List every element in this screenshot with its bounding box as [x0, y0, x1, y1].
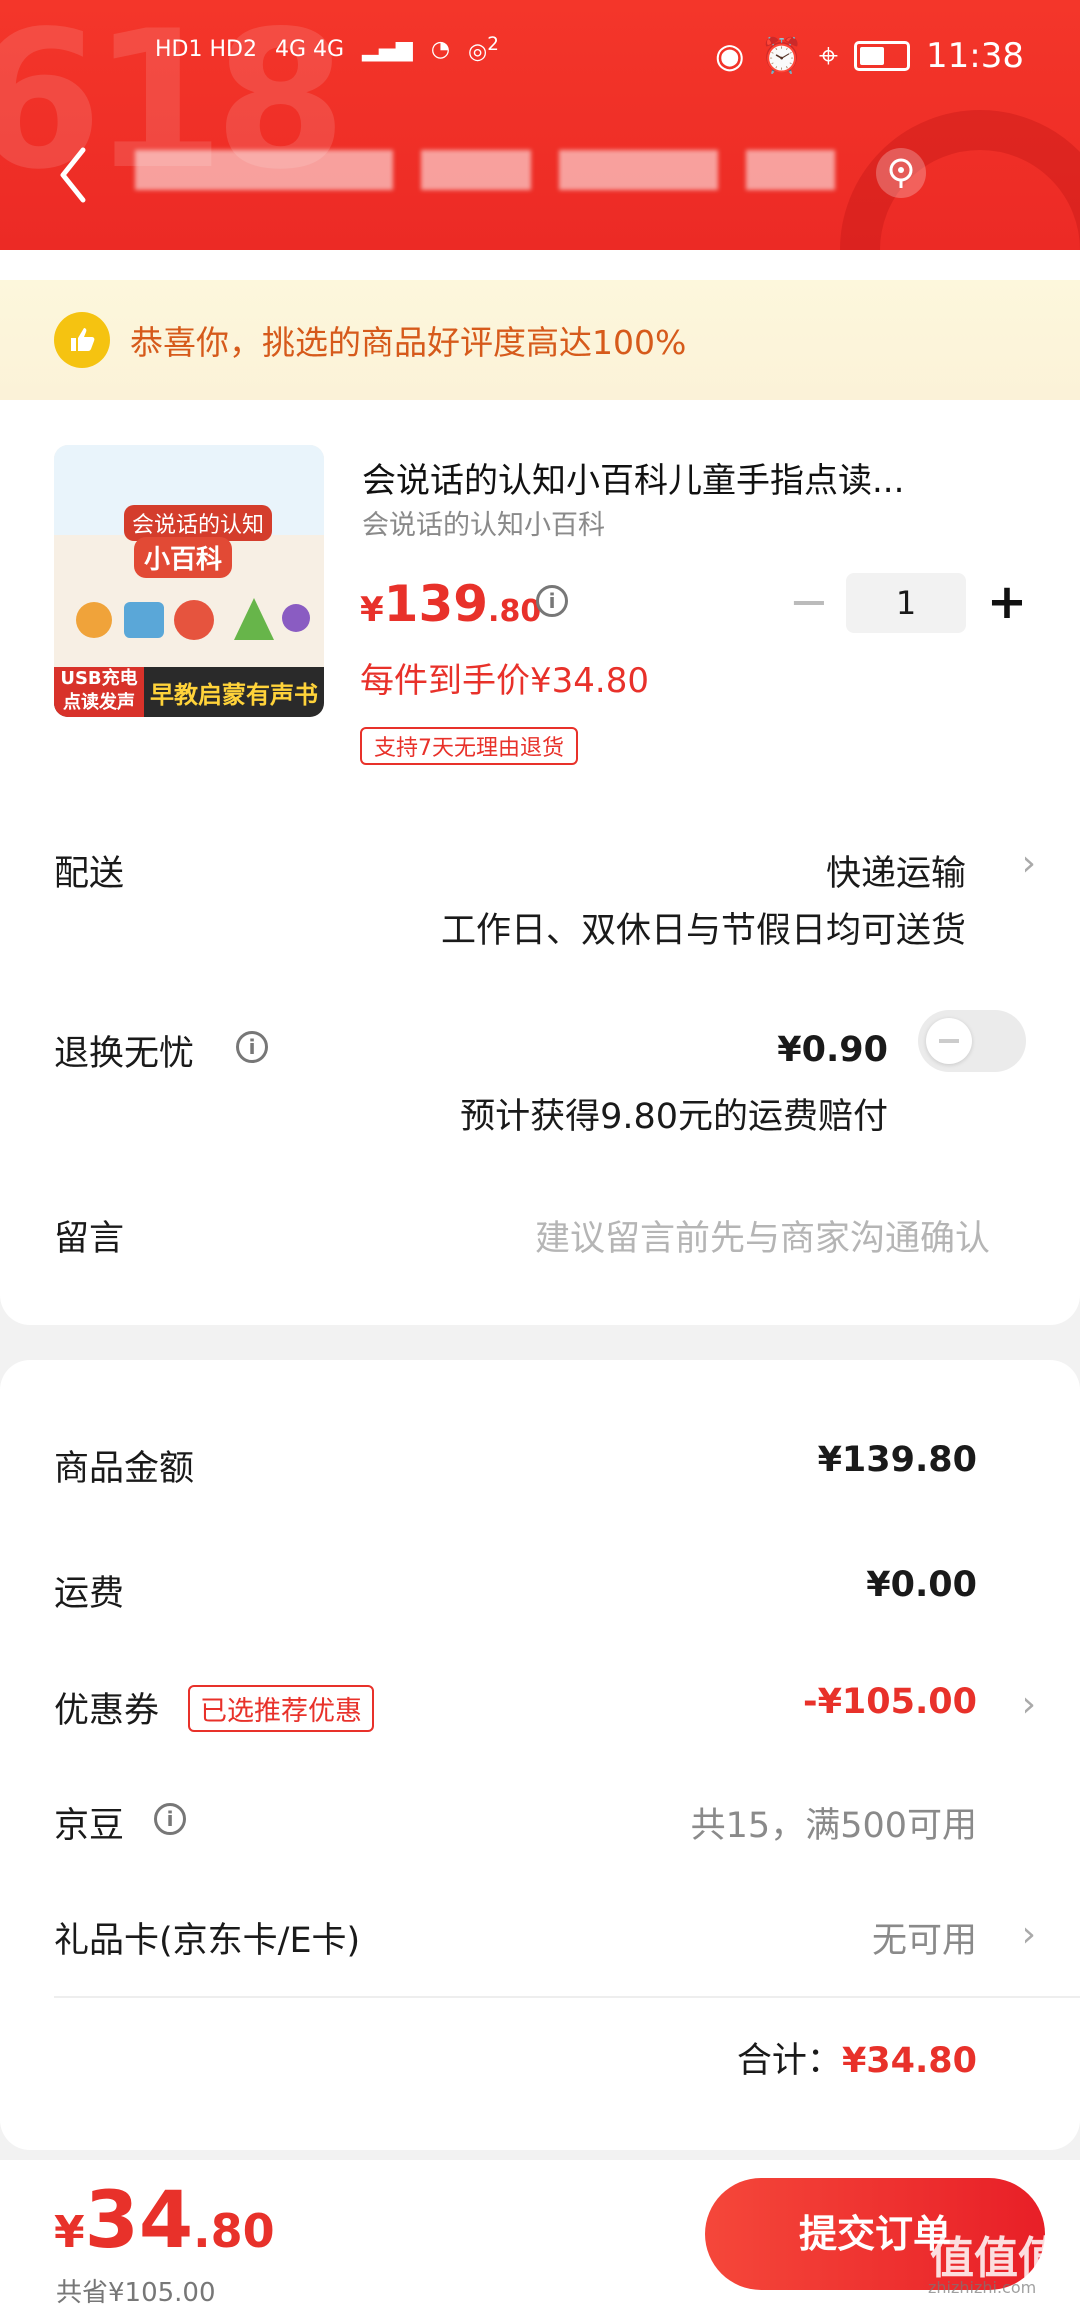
watermark-url: zhizhizhi.com: [928, 2278, 1037, 2297]
message-input[interactable]: 建议留言前先与商家沟通确认: [535, 1210, 990, 1261]
quantity-field[interactable]: 1: [846, 573, 966, 633]
coupon-label: 优惠券: [54, 1691, 160, 1731]
status-right: ◉ ⏰ ⌖ 11:38: [715, 36, 1024, 76]
price-integer: 139: [383, 575, 489, 633]
delivery-method[interactable]: 快递运输: [826, 845, 966, 896]
alarm-icon: ⏰: [760, 36, 803, 76]
info-icon[interactable]: i: [236, 1031, 268, 1063]
info-icon[interactable]: i: [536, 585, 568, 617]
message-label: 留言: [54, 1219, 125, 1259]
chevron-right-icon[interactable]: ›: [1022, 1684, 1036, 1725]
payable-amount: ¥34.80: [54, 2176, 275, 2266]
banner-text: 恭喜你，挑选的商品好评度高达100%: [130, 323, 687, 362]
battery-fill: [860, 47, 885, 65]
return-insurance-toggle[interactable]: [918, 1010, 1026, 1072]
delivery-label: 配送: [54, 854, 125, 894]
price-currency: ¥: [360, 590, 384, 630]
hotspot-count: 2: [487, 34, 499, 55]
clock: 11:38: [926, 36, 1024, 76]
delivery-note: 工作日、双休日与节假日均可送货: [440, 911, 966, 951]
info-icon[interactable]: i: [154, 1803, 186, 1835]
cover-usb-badge: USB充电 点读发声: [54, 667, 144, 717]
product-title[interactable]: 会说话的认知小百科儿童手指点读...: [362, 453, 1032, 502]
hotspot-icon: ◎2: [468, 34, 499, 65]
jd-bean-label: 京豆: [54, 1806, 125, 1846]
back-button[interactable]: [55, 140, 105, 210]
nav-bar: [0, 140, 1080, 220]
battery-icon: [854, 41, 911, 71]
cover-title-line2: 小百科: [134, 537, 233, 578]
chevron-left-icon: [60, 147, 86, 203]
return-insurance-label: 退换无忧: [54, 1034, 195, 1074]
summary-total: 合计：¥34.80: [737, 2032, 977, 2083]
header: 618 HD1 HD2 4G 4G ▂▄▆ ◔ ◎2 ◉ ⏰ ⌖ 11:38: [0, 0, 1080, 250]
decrease-button[interactable]: −: [784, 573, 834, 633]
product-image[interactable]: 会说话的认知 小百科 USB充电 点读发声 早教启蒙有声书: [54, 445, 324, 717]
payable-currency: ¥: [54, 2207, 85, 2258]
eye-comfort-icon: ◉: [714, 36, 745, 76]
divider: [54, 1996, 1080, 1998]
location-pin-icon: [889, 158, 913, 188]
jd-bean-value[interactable]: 共15，满500可用: [691, 1797, 977, 1848]
freight-value: ¥0.00: [866, 1565, 977, 1605]
sim-indicator: HD1 HD2: [155, 36, 257, 62]
toggle-knob: [926, 1018, 972, 1064]
return-insurance-price: ¥0.90: [777, 1030, 888, 1070]
price-decimal: .80: [488, 594, 542, 629]
location-icon: ⌖: [818, 36, 839, 76]
product-item: 会说话的认知 小百科 USB充电 点读发声 早教启蒙有声书 会说话的认知小百科儿童…: [54, 445, 1027, 785]
network-indicator: 4G 4G: [274, 36, 345, 62]
payable-integer: 34: [84, 2176, 194, 2266]
cover-illustrations: [76, 598, 310, 640]
thumbs-up-icon: [54, 312, 110, 368]
checkout-bar: ¥34.80 共省¥105.00 提交订单: [0, 2160, 1080, 2310]
unit-price: 每件到手价¥34.80: [360, 661, 649, 701]
chevron-right-icon[interactable]: ›: [1022, 843, 1036, 884]
freight-label: 运费: [54, 1574, 125, 1614]
chevron-right-icon[interactable]: ›: [1022, 1914, 1036, 1955]
payable-decimal: .80: [193, 2204, 275, 2258]
total-value: ¥34.80: [841, 2041, 977, 2081]
location-button[interactable]: [876, 148, 926, 198]
signal-icon: ▂▄▆: [362, 36, 413, 62]
status-bar: HD1 HD2 4G 4G ▂▄▆ ◔ ◎2 ◉ ⏰ ⌖ 11:38: [0, 28, 1080, 98]
cover-slogan: 早教启蒙有声书: [150, 680, 318, 709]
status-left: HD1 HD2 4G 4G ▂▄▆ ◔ ◎2: [155, 34, 499, 64]
cover-bottom-band: USB充电 点读发声 早教启蒙有声书: [54, 667, 324, 717]
order-card: [0, 250, 1080, 1325]
watermark-logo: 值值值: [930, 2233, 1062, 2284]
product-subtitle: 会说话的认知小百科: [362, 510, 605, 541]
coupon-value[interactable]: -¥105.00: [803, 1682, 977, 1722]
return-insurance-note: 预计获得9.80元的运费赔付: [460, 1097, 888, 1137]
blurred-address[interactable]: [135, 150, 836, 194]
quantity-stepper: − 1 +: [784, 573, 1034, 633]
gift-card-label: 礼品卡(京东卡/E卡): [54, 1921, 361, 1961]
gift-card-value[interactable]: 无可用: [872, 1912, 977, 1963]
product-price: ¥139.80: [360, 575, 541, 633]
goods-amount-value: ¥139.80: [817, 1440, 977, 1480]
cover-title-line1: 会说话的认知: [124, 505, 273, 541]
wifi-icon: ◔: [430, 36, 451, 62]
saved-amount: 共省¥105.00: [56, 2278, 216, 2308]
total-label: 合计：: [736, 2041, 842, 2081]
coupon-selected-tag: 已选推荐优惠: [188, 1685, 374, 1732]
rating-banner: 恭喜你，挑选的商品好评度高达100%: [0, 280, 1080, 400]
increase-button[interactable]: +: [982, 573, 1032, 633]
return-policy-tag: 支持7天无理由退货: [360, 727, 578, 765]
goods-amount-label: 商品金额: [54, 1449, 195, 1489]
